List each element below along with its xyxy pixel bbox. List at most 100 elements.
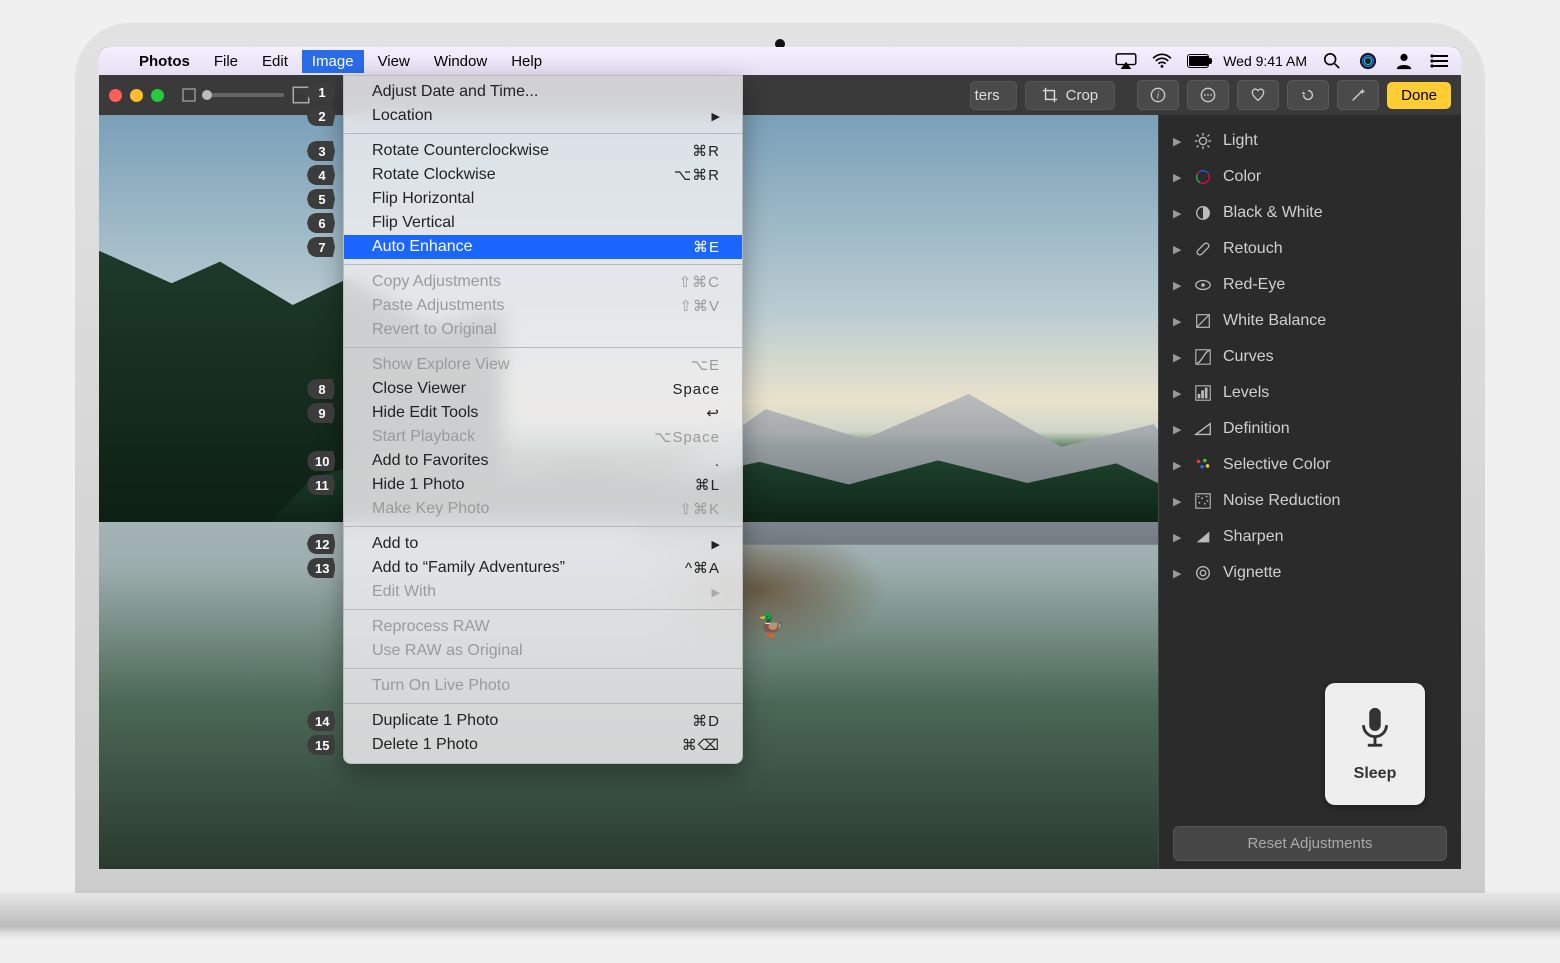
menu-item-close-viewer[interactable]: Close ViewerSpace <box>344 377 742 401</box>
voice-tag-4: 4 <box>307 165 335 185</box>
adjust-row-light[interactable]: ▶Light <box>1159 123 1461 159</box>
menu-item-add-to[interactable]: Add to▶ <box>344 532 742 556</box>
menu-shortcut: ⌘R <box>692 142 720 160</box>
menubar-clock[interactable]: Wed 9:41 AM <box>1223 53 1307 69</box>
microphone-icon <box>1357 705 1393 751</box>
reset-adjustments-button[interactable]: Reset Adjustments <box>1173 826 1447 861</box>
menu-item-turn-on-live-photo: Turn On Live Photo <box>344 674 742 698</box>
menu-item-add-to-family-adventures[interactable]: Add to “Family Adventures”^⌘A <box>344 556 742 580</box>
submenu-arrow-icon: ▶ <box>712 586 720 599</box>
menu-image[interactable]: Image <box>302 50 364 73</box>
menu-view[interactable]: View <box>368 50 420 73</box>
filters-tab-label-fragment: ters <box>975 87 1000 104</box>
adjust-row-color[interactable]: ▶Color <box>1159 159 1461 195</box>
menu-item-hide-edit-tools[interactable]: Hide Edit Tools↩ <box>344 401 742 425</box>
menu-item-hide-photo[interactable]: Hide 1 Photo⌘L <box>344 473 742 497</box>
voice-control-card[interactable]: Sleep <box>1325 683 1425 805</box>
disclosure-triangle-icon: ▶ <box>1173 567 1183 580</box>
minimize-window-button[interactable] <box>130 89 143 102</box>
airplay-icon[interactable] <box>1115 50 1137 72</box>
menu-item-label: Flip Vertical <box>372 214 455 232</box>
adjust-row-black-white[interactable]: ▶Black & White <box>1159 195 1461 231</box>
menu-file[interactable]: File <box>204 50 248 73</box>
siri-icon[interactable] <box>1357 50 1379 72</box>
voice-tag-1: 1 <box>307 82 335 102</box>
zoom-window-button[interactable] <box>151 89 164 102</box>
crop-tab[interactable]: Crop <box>1025 81 1116 110</box>
adjust-row-label: Levels <box>1223 384 1269 402</box>
done-button[interactable]: Done <box>1387 82 1451 109</box>
menu-item-auto-enhance[interactable]: Auto Enhance⌘E <box>344 235 742 259</box>
photo-large-icon <box>292 86 310 104</box>
menu-item-paste-adjustments: Paste Adjustments⇧⌘V <box>344 294 742 318</box>
bandage-icon <box>1193 239 1213 259</box>
menu-item-adjust-date-and-time[interactable]: Adjust Date and Time... <box>344 80 742 104</box>
menu-shortcut: ⌘E <box>693 238 720 256</box>
menu-edit[interactable]: Edit <box>252 50 298 73</box>
sharpen-icon <box>1193 527 1213 547</box>
triangle-icon <box>1193 419 1213 439</box>
adjust-row-white-balance[interactable]: ▶White Balance <box>1159 303 1461 339</box>
spotlight-icon[interactable] <box>1321 50 1343 72</box>
adjust-row-definition[interactable]: ▶Definition <box>1159 411 1461 447</box>
favorite-button[interactable] <box>1237 80 1279 110</box>
adjust-row-retouch[interactable]: ▶Retouch <box>1159 231 1461 267</box>
menu-item-revert-to-original: Revert to Original <box>344 318 742 342</box>
menu-item-location[interactable]: Location▶ <box>344 104 742 128</box>
adjust-row-label: Definition <box>1223 420 1290 438</box>
adjust-row-sharpen[interactable]: ▶ Sharpen <box>1159 519 1461 555</box>
submenu-arrow-icon: ▶ <box>712 538 720 551</box>
user-icon[interactable] <box>1393 50 1415 72</box>
menu-shortcut: ⇧⌘K <box>679 500 720 518</box>
adjust-row-vignette[interactable]: ▶Vignette <box>1159 555 1461 591</box>
menu-separator <box>344 609 742 610</box>
adjust-row-selective-color[interactable]: ▶Selective Color <box>1159 447 1461 483</box>
auto-enhance-button[interactable] <box>1337 80 1379 110</box>
menu-item-label: Paste Adjustments <box>372 297 505 315</box>
voice-tag-3: 3 <box>307 141 335 161</box>
menu-item-label: Copy Adjustments <box>372 273 501 291</box>
menu-item-label: Flip Horizontal <box>372 190 474 208</box>
menu-item-label: Edit With <box>372 583 436 601</box>
menu-item-label: Rotate Counterclockwise <box>372 142 549 160</box>
disclosure-triangle-icon: ▶ <box>1173 387 1183 400</box>
voice-tag-10: 10 <box>307 451 335 471</box>
more-button[interactable] <box>1187 80 1229 110</box>
adjust-row-noise-reduction[interactable]: ▶Noise Reduction <box>1159 483 1461 519</box>
menu-separator <box>344 668 742 669</box>
disclosure-triangle-icon: ▶ <box>1173 459 1183 472</box>
rotate-button[interactable] <box>1287 80 1329 110</box>
close-window-button[interactable] <box>109 89 122 102</box>
menu-item-add-to-favorites[interactable]: Add to Favorites. <box>344 449 742 473</box>
info-button[interactable]: i <box>1137 80 1179 110</box>
adjustments-sidebar: ▶Light▶Color▶Black & White▶Retouch▶Red-E… <box>1158 115 1461 869</box>
adjust-row-label: Sharpen <box>1223 528 1284 546</box>
notification-center-icon[interactable] <box>1429 50 1451 72</box>
window-controls <box>109 89 164 102</box>
adjust-row-label: Black & White <box>1223 204 1323 222</box>
filters-tab[interactable]: ters <box>970 81 1017 110</box>
adjust-row-curves[interactable]: ▶Curves <box>1159 339 1461 375</box>
adjust-row-red-eye[interactable]: ▶Red-Eye <box>1159 267 1461 303</box>
menu-item-label: Start Playback <box>372 428 475 446</box>
menu-separator <box>344 347 742 348</box>
voice-card-label: Sleep <box>1354 765 1397 783</box>
menu-item-rotate-clockwise[interactable]: Rotate Clockwise⌥⌘R <box>344 163 742 187</box>
menu-shortcut: ^⌘A <box>685 559 720 577</box>
disclosure-triangle-icon: ▶ <box>1173 531 1183 544</box>
battery-icon[interactable] <box>1187 50 1209 72</box>
menu-item-rotate-counterclockwise[interactable]: Rotate Counterclockwise ⌘R <box>344 139 742 163</box>
adjust-row-levels[interactable]: ▶ Levels <box>1159 375 1461 411</box>
app-menu[interactable]: Photos <box>129 50 200 73</box>
menu-item-show-explore-view: Show Explore View⌥E <box>344 353 742 377</box>
menu-window[interactable]: Window <box>424 50 497 73</box>
menu-help[interactable]: Help <box>501 50 552 73</box>
menu-item-flip-horizontal[interactable]: Flip Horizontal <box>344 187 742 211</box>
menu-item-delete-photo[interactable]: Delete 1 Photo⌘⌫ <box>344 733 742 757</box>
menu-item-duplicate-photo[interactable]: Duplicate 1 Photo⌘D <box>344 709 742 733</box>
wifi-icon[interactable] <box>1151 50 1173 72</box>
noise-icon <box>1193 491 1213 511</box>
toolbar: ters Crop i Done <box>99 75 1461 115</box>
menu-item-flip-vertical[interactable]: Flip Vertical <box>344 211 742 235</box>
zoom-slider[interactable] <box>204 93 284 97</box>
